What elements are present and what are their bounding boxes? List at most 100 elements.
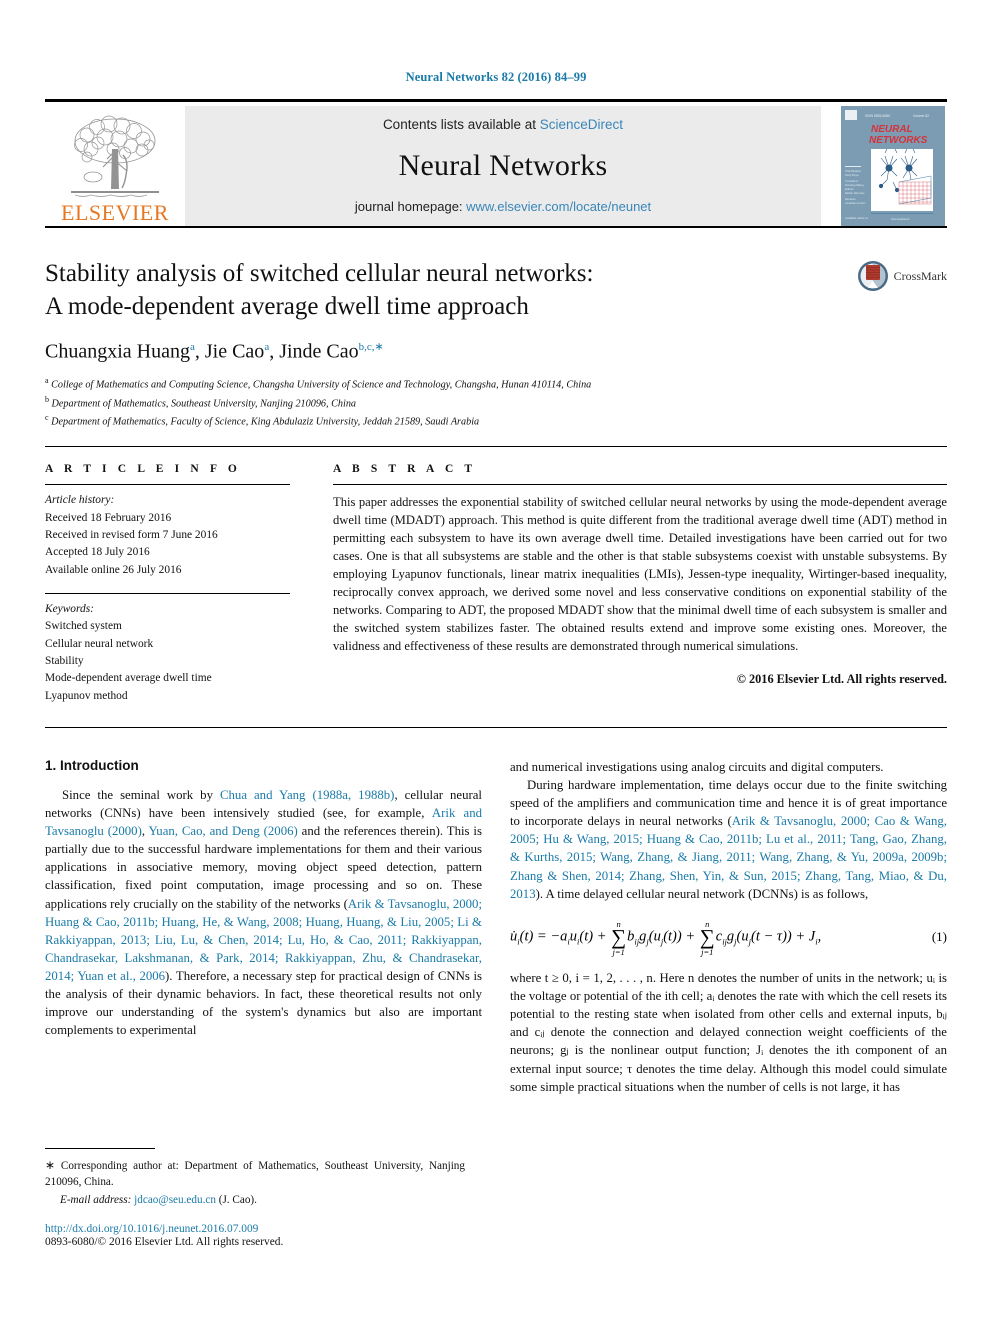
equation-1: u̇i(t) = −aiui(t) + n ∑ j=1 bijgj(uj(t)) + … (510, 919, 947, 956)
footnote-block: ∗ Corresponding author at: Department of… (45, 1148, 465, 1248)
running-head: Neural Networks 82 (2016) 84–99 (405, 70, 587, 84)
keyword-item: Cellular neural network (45, 637, 154, 650)
email-link[interactable]: jdcao@seu.edu.cn (134, 1194, 216, 1206)
article-history: Article history: Received 18 February 20… (45, 492, 290, 579)
author-name: Jinde Cao (279, 340, 359, 363)
homepage-prefix: journal homepage: (354, 199, 467, 214)
eq-term1b: u (569, 928, 578, 945)
svg-text:NEURAL: NEURAL (871, 124, 913, 135)
keyword-item: Stability (45, 655, 84, 667)
svg-text:ScienceDirect: ScienceDirect (891, 217, 910, 221)
paper-page: Neural Networks 82 (2016) 84–99 ELSEVIER… (0, 0, 992, 1323)
contents-prefix: Contents lists available at (382, 117, 540, 132)
article-info-rule (45, 484, 290, 486)
svg-text:Stefan Wermter: Stefan Wermter (845, 191, 865, 195)
keyword-item: Mode-dependent average dwell time (45, 672, 212, 685)
eq-term2c: (u (648, 928, 661, 945)
history-item: Received 18 February 2016 (45, 511, 172, 524)
right-paragraph-1: and numerical investigations using analo… (510, 759, 884, 774)
author-name: Chuangxia Huang (45, 340, 190, 363)
masthead-bottom-rule (45, 226, 947, 228)
affiliation-text: Department of Mathematics, Southeast Uni… (51, 397, 357, 409)
affiliation-mark: c (45, 413, 49, 423)
keywords-list: Keywords: Switched system Cellular neura… (45, 601, 290, 705)
affiliation-item: b Department of Mathematics, Southeast U… (45, 394, 947, 413)
affiliation-mark: b (45, 394, 49, 404)
article-history-label: Article history: (45, 494, 115, 507)
citation-link[interactable]: Yuan, Cao, and Deng (2006) (148, 824, 297, 838)
journal-masthead: ELSEVIER Contents lists available at Sci… (45, 106, 947, 226)
sum-lower-limit: j=1 (612, 946, 625, 957)
right-text-b: ). A time delayed cellular neural networ… (535, 886, 869, 901)
title-line-1: Stability analysis of switched cellular … (45, 260, 594, 287)
author-sep: , (194, 340, 205, 363)
doi-link[interactable]: http://dx.doi.org/10.1016/j.neunet.2016.… (45, 1223, 465, 1235)
corresponding-author-text: Corresponding author at: Department of M… (45, 1160, 465, 1189)
sigma-glyph: ∑ (611, 925, 627, 950)
eq-term3e: , (817, 928, 822, 945)
author-affil-mark[interactable]: b,c,∗ (359, 341, 384, 353)
right-paragraph-3: where t ≥ 0, i = 1, 2, . . . , n. Here n… (510, 971, 947, 1094)
body-columns: 1. Introduction Since the seminal work b… (45, 758, 947, 1096)
abstract-rule (333, 484, 947, 486)
section-heading-introduction: 1. Introduction (45, 757, 139, 773)
email-note: E-mail address: jdcao@seu.edu.cn (J. Cao… (45, 1192, 465, 1208)
journal-cover-image: ISSN 0893-6080 Volume 82 NEURAL NETWORKS (841, 106, 945, 226)
info-abstract-row: A R T I C L E I N F O Article history: R… (45, 463, 947, 705)
history-item: Received in revised form 7 June 2016 (45, 529, 218, 542)
eq-term1: −a (550, 928, 568, 945)
eq-term3c: (u (736, 928, 749, 945)
summation-symbol: n ∑ j=1 (700, 920, 715, 956)
elsevier-tree-icon (71, 115, 159, 197)
svg-text:Jonathan Cohen: Jonathan Cohen (845, 201, 866, 205)
eq-lhs-arg: (t) = (519, 928, 551, 945)
footnote-star-mark: ∗ (45, 1158, 56, 1172)
journal-homepage-line: journal homepage: www.elsevier.com/locat… (355, 199, 651, 214)
equation-body: u̇i(t) = −aiui(t) + n ∑ j=1 bijgj(uj(t)) + … (510, 919, 822, 956)
email-label: E-mail address: (60, 1194, 132, 1207)
body-column-left: 1. Introduction Since the seminal work b… (45, 758, 482, 1096)
eq-term1c: (t) + (579, 928, 611, 945)
article-info-heading: A R T I C L E I N F O (45, 463, 241, 476)
column-gap (290, 463, 333, 705)
keywords-rule (45, 593, 290, 595)
sigma-glyph: ∑ (699, 925, 715, 950)
affiliation-item: a College of Mathematics and Computing S… (45, 375, 947, 394)
summation-symbol: n ∑ j=1 (611, 920, 626, 956)
title-block: CrossMark Stability analysis of switched… (45, 258, 947, 431)
right-paragraph-2: During hardware implementation, time del… (510, 776, 947, 903)
body-column-right: and numerical investigations using analo… (510, 758, 947, 1096)
corresponding-author-note: ∗ Corresponding author at: Department of… (45, 1157, 465, 1190)
abstract-bottom-rule (45, 726, 947, 728)
elsevier-wordmark: ELSEVIER (61, 200, 169, 225)
svg-text:ISSN 0893-6080: ISSN 0893-6080 (865, 114, 890, 118)
crossmark-badge[interactable]: CrossMark (857, 260, 947, 292)
crossmark-label: CrossMark (893, 268, 947, 283)
svg-text:NETWORKS: NETWORKS (869, 135, 928, 146)
citation-link[interactable]: Chua and Yang (1988a, 1988b) (220, 788, 394, 802)
affiliation-text: College of Mathematics and Computing Sci… (51, 379, 592, 391)
history-item: Accepted 18 July 2016 (45, 546, 150, 559)
affiliation-item: c Department of Mathematics, Faculty of … (45, 412, 947, 431)
eq-term3d: (t − τ)) + J (751, 928, 816, 945)
svg-text:Volume 82: Volume 82 (913, 114, 929, 118)
history-item: Available online 26 July 2016 (45, 563, 182, 576)
masthead-top-rule (45, 99, 947, 102)
abstract-text: This paper addresses the exponential sta… (333, 495, 947, 654)
author-list: Chuangxia Huanga, Jie Caoa, Jinde Caob,c… (45, 340, 947, 364)
sciencedirect-link[interactable]: ScienceDirect (540, 117, 623, 132)
crossmark-icon (857, 261, 888, 291)
affiliation-mark: a (45, 375, 49, 385)
elsevier-logo: ELSEVIER (45, 106, 185, 226)
journal-homepage-link[interactable]: www.elsevier.com/locate/neunet (466, 199, 651, 214)
intro-text-a: Since the seminal work by (62, 787, 220, 802)
sum-lower-limit: j=1 (701, 946, 714, 957)
footnote-rule (45, 1148, 155, 1149)
svg-text:Kenji Doya: Kenji Doya (845, 173, 859, 177)
abstract-copyright: © 2016 Elsevier Ltd. All rights reserved… (736, 672, 947, 687)
journal-cover-thumbnail: ISSN 0893-6080 Volume 82 NEURAL NETWORKS (839, 106, 947, 226)
title-line-2: A mode-dependent average dwell time appr… (45, 292, 529, 320)
svg-text:Available online at: Available online at (845, 216, 868, 220)
equation-number: (1) (931, 928, 947, 944)
title-bottom-rule (45, 446, 947, 448)
